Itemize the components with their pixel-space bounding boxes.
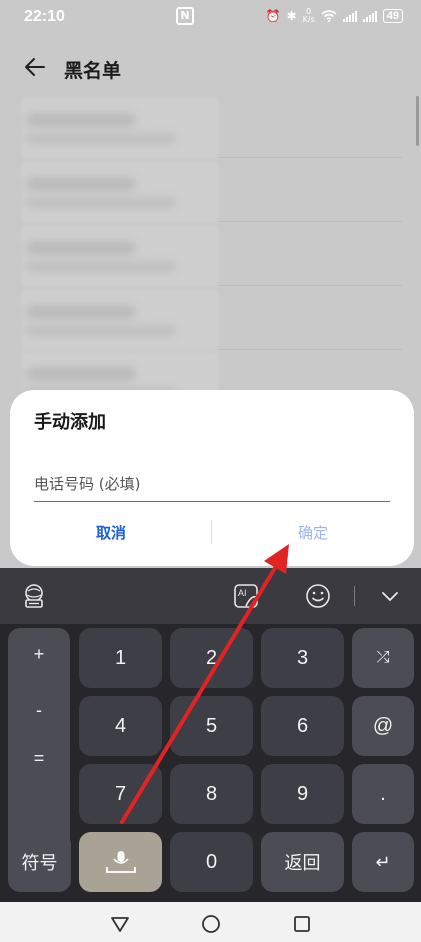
key-0[interactable]: 0 (170, 832, 253, 892)
nav-recents-icon[interactable] (292, 914, 312, 934)
network-speed-unit: K/s (302, 15, 315, 24)
emoji-icon[interactable] (304, 582, 332, 610)
cancel-button[interactable]: 取消 (10, 514, 212, 550)
key-1[interactable]: 1 (79, 628, 162, 688)
key-9[interactable]: 9 (261, 764, 344, 824)
symbols-key[interactable]: 符号 (8, 832, 71, 892)
enter-key[interactable]: ↵ (352, 832, 414, 892)
list-item[interactable] (22, 98, 402, 162)
key-plus[interactable]: + (8, 630, 70, 678)
key-7[interactable]: 7 (79, 764, 162, 824)
back-arrow-icon[interactable] (22, 54, 48, 80)
divider (218, 349, 402, 350)
nav-home-icon[interactable] (201, 914, 221, 934)
key-8[interactable]: 8 (170, 764, 253, 824)
blurred-entry (22, 162, 218, 222)
key-6[interactable]: 6 (261, 696, 344, 756)
dialog-title: 手动添加 (34, 412, 106, 433)
divider (218, 285, 402, 286)
battery-icon: 49 (382, 9, 403, 23)
app-header: 黑名单 (0, 46, 421, 90)
status-icons: ⏰ ✱ 0 K/s 49 (266, 8, 403, 24)
divider (218, 157, 402, 158)
list-item[interactable] (22, 290, 402, 354)
nav-back-icon[interactable] (110, 914, 130, 934)
key-switch-layout[interactable]: ⤮ (352, 628, 414, 688)
system-navigation-bar (0, 902, 421, 942)
list-item[interactable] (22, 226, 402, 290)
voice-input-key[interactable] (79, 832, 162, 892)
scrollbar[interactable] (416, 96, 419, 146)
return-key[interactable]: 返回 (261, 832, 344, 892)
key-5[interactable]: 5 (170, 696, 253, 756)
nfc-icon: N (176, 7, 194, 25)
key-at[interactable]: @ (352, 696, 414, 756)
wifi-icon (321, 10, 337, 22)
key-equals[interactable]: = (8, 734, 70, 782)
alarm-icon: ⏰ (265, 9, 281, 23)
numeric-keyboard: AI + - = / 1 2 3 4 5 6 7 8 9 ⤮ @ . 符号 (0, 568, 421, 902)
key-period[interactable]: . (352, 764, 414, 824)
list-item[interactable] (22, 162, 402, 226)
blurred-entry (22, 226, 218, 286)
keyboard-toolbar: AI (0, 568, 421, 624)
key-2[interactable]: 2 (170, 628, 253, 688)
microphone-icon (105, 851, 136, 873)
page-title: 黑名单 (64, 60, 122, 82)
status-bar: 22:10 N ⏰ ✱ 0 K/s 49 (0, 0, 421, 36)
blurred-entry (22, 98, 218, 158)
key-3[interactable]: 3 (261, 628, 344, 688)
divider (218, 221, 402, 222)
network-speed: 0 K/s (303, 8, 315, 24)
collapse-keyboard-icon[interactable] (376, 582, 404, 610)
phone-number-input[interactable] (34, 466, 390, 502)
blurred-entry (22, 290, 218, 350)
toolbar-divider (354, 586, 355, 606)
svg-text:AI: AI (238, 588, 247, 598)
dialog-buttons: 取消 确定 (10, 514, 414, 550)
manual-add-dialog: 手动添加 取消 确定 (10, 390, 414, 566)
status-time: 22:10 (24, 8, 65, 25)
signal-icon-sim1 (342, 10, 357, 22)
signal-icon-sim2 (362, 10, 377, 22)
keyboard-settings-icon[interactable] (20, 582, 48, 610)
key-4[interactable]: 4 (79, 696, 162, 756)
ai-image-icon[interactable]: AI (232, 582, 260, 610)
key-minus[interactable]: - (8, 686, 70, 734)
confirm-button[interactable]: 确定 (212, 514, 414, 550)
bluetooth-icon: ✱ (286, 9, 297, 23)
